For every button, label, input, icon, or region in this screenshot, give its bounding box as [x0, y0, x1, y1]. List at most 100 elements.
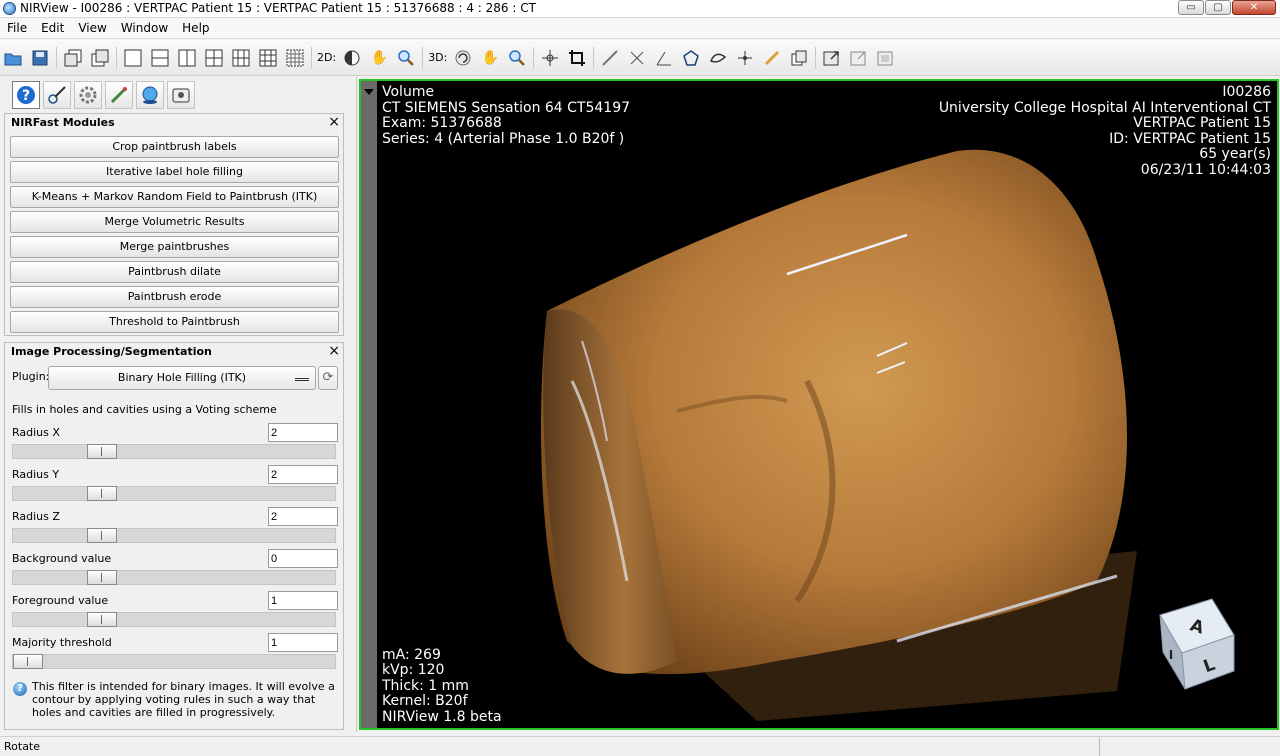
- settings-icon[interactable]: [74, 81, 102, 109]
- snapshot-icon[interactable]: [167, 81, 195, 109]
- slider-handle[interactable]: [87, 486, 117, 501]
- zoom-3d-icon[interactable]: [506, 47, 528, 69]
- merge-volumetric-results-button[interactable]: Merge Volumetric Results: [10, 211, 339, 233]
- toolbar: 2D: ✋ 3D: ✋: [0, 40, 1280, 76]
- paintbrush-erode-button[interactable]: Paintbrush erode: [10, 286, 339, 308]
- layout-2x2-icon[interactable]: [203, 47, 225, 69]
- layers-front-icon[interactable]: [62, 47, 84, 69]
- volume-viewer[interactable]: Volume CT SIEMENS Sensation 64 CT54197 E…: [359, 79, 1279, 730]
- radius-x-slider[interactable]: [12, 444, 336, 459]
- radius-z-slider[interactable]: [12, 528, 336, 543]
- menu-edit[interactable]: Edit: [34, 21, 71, 35]
- polygon-roi-icon[interactable]: [680, 47, 702, 69]
- maximize-button[interactable]: ▢: [1205, 0, 1231, 15]
- export-series-icon[interactable]: [848, 47, 870, 69]
- info-icon: ?: [13, 682, 27, 696]
- plugin-label: Plugin:: [12, 370, 50, 383]
- radius-y-slider[interactable]: [12, 486, 336, 501]
- layout-3x2-icon[interactable]: [230, 47, 252, 69]
- majority-threshold-slider[interactable]: [12, 654, 336, 669]
- foreground-value-input[interactable]: [268, 591, 338, 610]
- layout-1x1-icon[interactable]: [122, 47, 144, 69]
- overlay-exam: Exam: 51376688: [382, 115, 502, 131]
- window-title: NIRView - I00286 : VERTPAC Patient 15 : …: [20, 1, 536, 15]
- toolbar-separator: [311, 46, 312, 69]
- slider-handle[interactable]: [87, 528, 117, 543]
- open-folder-icon[interactable]: [2, 47, 24, 69]
- radius-z-input[interactable]: [268, 507, 338, 526]
- export-dicom-icon[interactable]: [875, 47, 897, 69]
- slider-handle[interactable]: [87, 570, 117, 585]
- minimize-button[interactable]: ▭: [1178, 0, 1204, 15]
- point-roi-icon[interactable]: [734, 47, 756, 69]
- kmeans-mrf-button[interactable]: K-Means + Markov Random Field to Paintbr…: [10, 186, 339, 208]
- help-icon[interactable]: ?: [12, 81, 40, 109]
- overlay-patient-name: VERTPAC Patient 15: [1133, 115, 1271, 131]
- segmentation-close-icon[interactable]: ×: [328, 343, 340, 359]
- crosshair-tool-icon[interactable]: [539, 47, 561, 69]
- close-button[interactable]: ✕: [1232, 0, 1276, 15]
- layers-back-icon[interactable]: [89, 47, 111, 69]
- toolbar-separator: [56, 46, 57, 69]
- radius-x-input[interactable]: [268, 423, 338, 442]
- radius-y-input[interactable]: [268, 465, 338, 484]
- threshold-to-paintbrush-button[interactable]: Threshold to Paintbrush: [10, 311, 339, 333]
- layout-3x3-icon[interactable]: [257, 47, 279, 69]
- majority-threshold-label: Majority threshold: [12, 636, 112, 649]
- closed-curve-icon[interactable]: [707, 47, 729, 69]
- globe-icon[interactable]: [136, 81, 164, 109]
- pencil-icon[interactable]: [761, 47, 783, 69]
- menu-help[interactable]: Help: [175, 21, 216, 35]
- orientation-cube[interactable]: A L I: [1157, 597, 1237, 692]
- layout-2x1-icon[interactable]: [149, 47, 171, 69]
- viewer-menu-icon[interactable]: [364, 89, 374, 95]
- majority-threshold-input[interactable]: [268, 633, 338, 652]
- probe-icon[interactable]: [105, 81, 133, 109]
- volume-rendering[interactable]: [377, 81, 1277, 728]
- plugin-info-text: This filter is intended for binary image…: [32, 680, 335, 719]
- overlay-volume-label: Volume: [382, 84, 435, 100]
- slider-handle[interactable]: [87, 444, 117, 459]
- crop-paintbrush-labels-button[interactable]: Crop paintbrush labels: [10, 136, 339, 158]
- crop-icon[interactable]: [566, 47, 588, 69]
- window-controls: ▭ ▢ ✕: [1177, 0, 1276, 15]
- merge-paintbrushes-button[interactable]: Merge paintbrushes: [10, 236, 339, 258]
- menu-window[interactable]: Window: [114, 21, 175, 35]
- radius-y-label: Radius Y: [12, 468, 60, 481]
- slider-handle[interactable]: [13, 654, 43, 669]
- segmentation-panel: Image Processing/Segmentation × Plugin: …: [4, 342, 344, 730]
- background-value-input[interactable]: [268, 549, 338, 568]
- save-icon[interactable]: [29, 47, 51, 69]
- angle-icon[interactable]: [653, 47, 675, 69]
- menu-file[interactable]: File: [0, 21, 34, 35]
- rotate-icon[interactable]: [452, 47, 474, 69]
- radius-x-label: Radius X: [12, 426, 60, 439]
- zoom-icon[interactable]: [395, 47, 417, 69]
- export-image-icon[interactable]: [821, 47, 843, 69]
- status-text: Rotate: [4, 740, 41, 753]
- run-plugin-icon[interactable]: ⟳: [318, 366, 338, 390]
- cross-marker-icon[interactable]: [626, 47, 648, 69]
- layout-4x4-icon[interactable]: [284, 47, 306, 69]
- label-3d: 3D:: [428, 51, 448, 64]
- overlay-series: Series: 4 (Arterial Phase 1.0 B20f ): [382, 130, 625, 147]
- ruler-icon[interactable]: [599, 47, 621, 69]
- slider-handle[interactable]: [87, 612, 117, 627]
- paintbrush-dilate-button[interactable]: Paintbrush dilate: [10, 261, 339, 283]
- roi-tools-icon[interactable]: [43, 81, 71, 109]
- foreground-value-slider[interactable]: [12, 612, 336, 627]
- pan-hand-icon[interactable]: ✋: [368, 47, 390, 69]
- plugin-select[interactable]: Binary Hole Filling (ITK): [48, 366, 316, 390]
- foreground-value-label: Foreground value: [12, 594, 109, 607]
- menu-view[interactable]: View: [71, 21, 113, 35]
- iterative-hole-filling-button[interactable]: Iterative label hole filling: [10, 161, 339, 183]
- copy-roi-icon[interactable]: [788, 47, 810, 69]
- background-value-slider[interactable]: [12, 570, 336, 585]
- title-bar: NIRView - I00286 : VERTPAC Patient 15 : …: [0, 0, 1280, 18]
- modules-close-icon[interactable]: ×: [328, 114, 340, 130]
- status-pane: [1099, 738, 1279, 756]
- layout-1x2-icon[interactable]: [176, 47, 198, 69]
- pan-3d-hand-icon[interactable]: ✋: [479, 47, 501, 69]
- window-level-icon[interactable]: [341, 47, 363, 69]
- plugin-select-value: Binary Hole Filling (ITK): [117, 371, 247, 384]
